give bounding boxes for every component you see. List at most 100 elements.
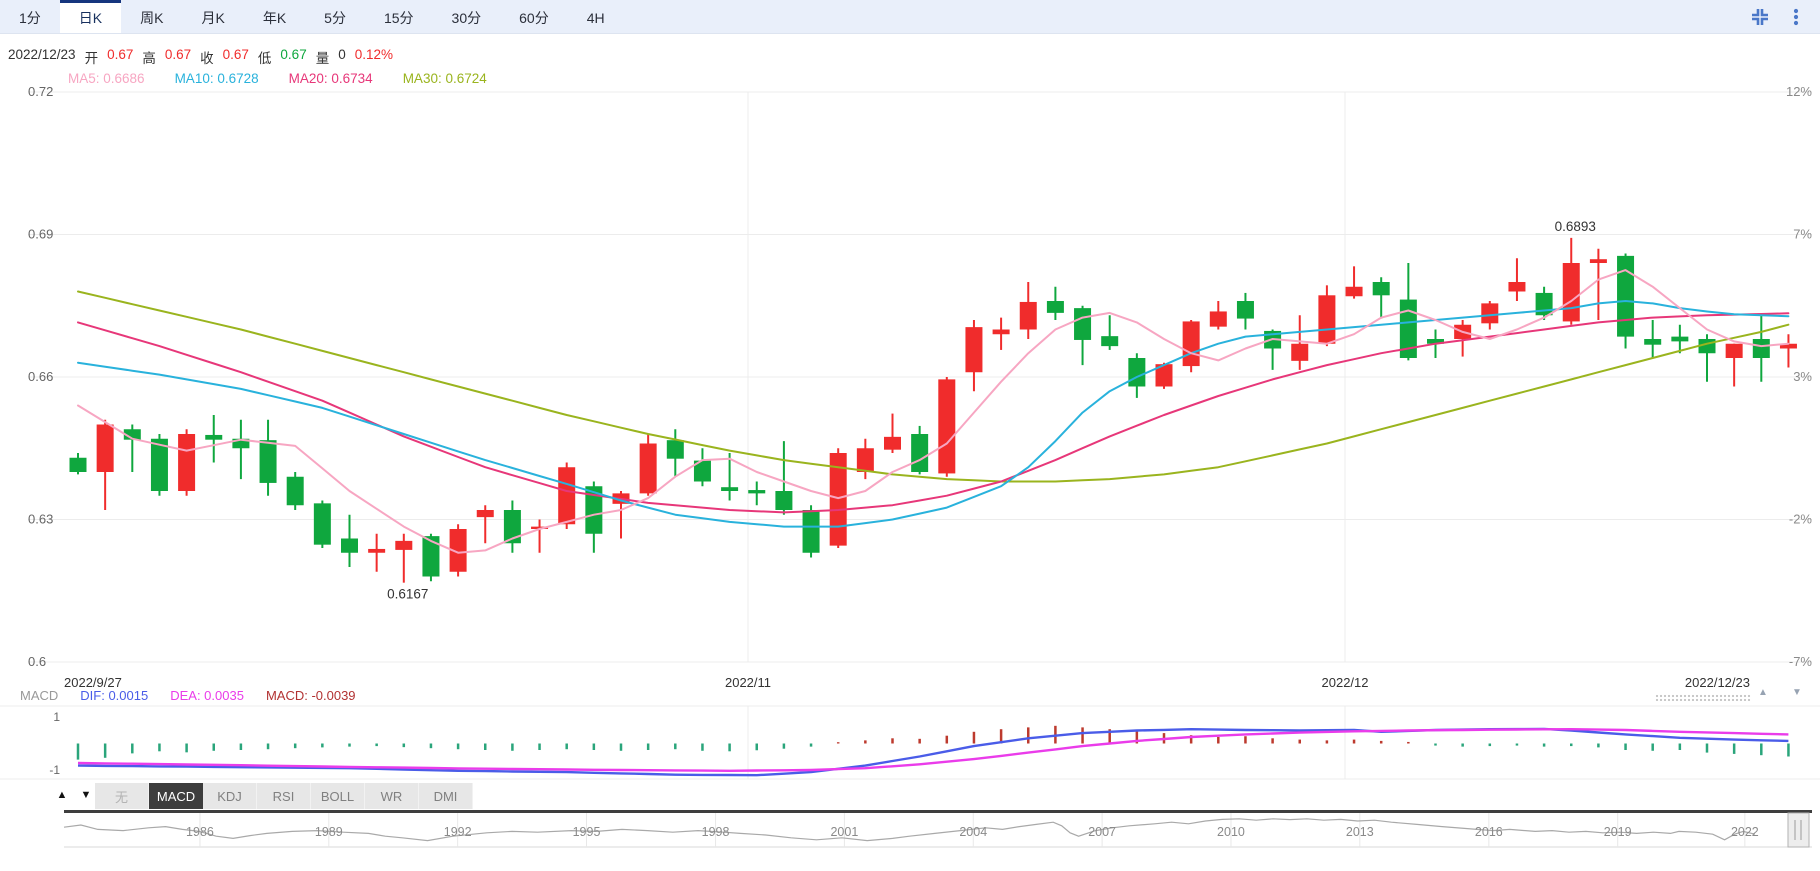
tab-60分[interactable]: 60分: [500, 0, 568, 33]
navigator-year-label: 2004: [959, 825, 987, 839]
navigator-year-label: 1998: [702, 825, 730, 839]
tab-年K[interactable]: 年K: [244, 0, 305, 33]
tab-5分[interactable]: 5分: [305, 0, 365, 33]
navigator-plot[interactable]: 1986 1989 1992 1995 1998 2001 2004 2007 2010 2013…: [0, 810, 1820, 852]
collapse-pane-up-icon[interactable]: ▲: [1758, 687, 1768, 698]
svg-text:0.66: 0.66: [28, 369, 53, 384]
tab-30分[interactable]: 30分: [433, 0, 501, 33]
tab-4H[interactable]: 4H: [568, 0, 624, 33]
ma-line-MA10: [77, 300, 1790, 528]
candle-body: [1725, 343, 1743, 358]
period-tab-bar: 1分 日K 周K 月K 年K 5分 15分 30分 60分 4H: [0, 0, 1820, 34]
indicator-tab-BOLL[interactable]: BOLL: [311, 783, 365, 809]
tab-15分[interactable]: 15分: [365, 0, 433, 33]
svg-text:-2%: -2%: [1789, 512, 1813, 527]
macd-info-bar: MACD DIF: 0.0015 DEA: 0.0035 MACD: -0.00…: [20, 688, 356, 703]
tab-周K[interactable]: 周K: [121, 0, 182, 33]
svg-text:3%: 3%: [1793, 369, 1812, 384]
indicator-tab-row: ▲ ▼ 无 MACD KDJ RSI BOLL WR DMI: [0, 781, 1820, 810]
indicator-tab-DMI[interactable]: DMI: [419, 783, 473, 809]
ohlc-label: 低: [257, 51, 272, 66]
candle-body: [286, 476, 304, 506]
candle-body: [422, 536, 440, 577]
candle-body: [1481, 303, 1499, 324]
navigator-year-label: 1992: [444, 825, 472, 839]
ohlc-value: 0.67: [107, 47, 134, 62]
indicator-up-button[interactable]: ▲: [52, 784, 72, 806]
navigator-year-label: 1995: [573, 825, 601, 839]
svg-text:2022/12/23: 2022/12/23: [1685, 675, 1750, 688]
navigator-top-border: [64, 810, 1812, 813]
ohlc-value: 0.67: [280, 47, 307, 62]
candle-body: [1508, 282, 1526, 292]
navigator-year-label: 2019: [1604, 825, 1632, 839]
candle-body: [1046, 301, 1064, 313]
grid-lines: [28, 91, 1812, 663]
indicator-tab-KDJ[interactable]: KDJ: [203, 783, 257, 809]
indicator-tab-RSI[interactable]: RSI: [257, 783, 311, 809]
period-tabs: 1分 日K 周K 月K 年K 5分 15分 30分 60分 4H: [0, 0, 624, 33]
candle-body: [313, 503, 331, 545]
indicator-tab-MACD[interactable]: MACD: [149, 783, 203, 809]
candle-body: [1074, 308, 1092, 340]
indicator-tabs: 无 MACD KDJ RSI BOLL WR DMI: [95, 783, 473, 809]
candle-body: [884, 436, 901, 450]
candle-body: [721, 487, 739, 491]
candle-body: [911, 434, 929, 472]
svg-text:0.69: 0.69: [28, 227, 53, 242]
macd-pane[interactable]: MACD DIF: 0.0015 DEA: 0.0035 MACD: -0.00…: [0, 687, 1820, 781]
candle-body: [938, 379, 956, 474]
tab-月K[interactable]: 月K: [182, 0, 243, 33]
navigator-year-label: 2022: [1731, 825, 1759, 839]
navigator-year-label: 2016: [1475, 825, 1503, 839]
ohlc-label: 收: [200, 51, 214, 66]
candle-body: [856, 448, 874, 472]
macd-plot[interactable]: [0, 704, 1820, 781]
dif-value: DIF: 0.0015: [80, 688, 149, 703]
ohlc-value: 0.67: [222, 47, 249, 62]
timeline-navigator[interactable]: 1986 1989 1992 1995 1998 2001 2004 2007 2010 2013…: [0, 810, 1820, 852]
indicator-down-button[interactable]: ▼: [76, 784, 96, 806]
candle-body: [1209, 311, 1227, 327]
navigator-year-label: 2013: [1346, 825, 1374, 839]
ohlc-fields: 开 0.67 高 0.67 收 0.67 低 0.67 量 0: [85, 47, 346, 67]
price-annotation: 0.6893: [1555, 219, 1596, 234]
tab-日K[interactable]: 日K: [59, 0, 122, 33]
candlestick-chart-panel[interactable]: 2022/12/23 开 0.67 高 0.67 收 0.67 低 0.67 量 0 0.12% …: [0, 34, 1820, 688]
navigator-year-label: 2007: [1088, 825, 1116, 839]
candlestick-plot[interactable]: 0.72 12% 0.69 7% 0.66 3% 0.63 -2% 0.6 -7% 2022/9/2…: [0, 34, 1820, 688]
ohlc-value: 0.67: [164, 47, 192, 62]
candle-body: [666, 440, 684, 459]
macd-axis-top: 1: [53, 710, 60, 724]
pane-resize-dots[interactable]: [1655, 694, 1751, 701]
ma-lines: [77, 269, 1790, 554]
navigator-handle[interactable]: [1787, 812, 1810, 848]
dea-value: DEA: 0.0035: [170, 688, 244, 703]
macd-value: MACD: -0.0039: [265, 688, 356, 703]
svg-text:-7%: -7%: [1789, 654, 1813, 669]
candle-body: [1291, 343, 1309, 361]
candle-body: [1318, 295, 1336, 344]
svg-text:12%: 12%: [1786, 84, 1812, 99]
indicator-tab-无[interactable]: 无: [95, 783, 149, 809]
ma-readout: MA30: 0.6724: [402, 71, 487, 86]
ma-readout: MA10: 0.6728: [174, 71, 259, 86]
indicator-tab-WR[interactable]: WR: [365, 783, 419, 809]
candle-body: [639, 443, 657, 494]
dea-line: [77, 728, 1789, 773]
candle-body: [558, 467, 576, 525]
candle-body: [1019, 301, 1037, 330]
candle-body: [395, 540, 413, 550]
candle-body: [775, 491, 793, 510]
candle-body: [96, 424, 114, 472]
candle-body: [748, 490, 766, 494]
candle-body: [69, 457, 87, 472]
svg-text:2022/11: 2022/11: [725, 675, 771, 688]
candle-body: [802, 510, 820, 553]
collapse-pane-down-icon[interactable]: ▼: [1792, 687, 1802, 698]
ma-values-bar: MA5: 0.6686 MA10: 0.6728 MA20: 0.6734 MA30:…: [68, 71, 487, 86]
kebab-menu-icon[interactable]: [1786, 7, 1806, 27]
ohlc-label: 量: [315, 51, 330, 66]
collapse-icon[interactable]: [1750, 7, 1770, 27]
tab-1分[interactable]: 1分: [0, 0, 60, 33]
